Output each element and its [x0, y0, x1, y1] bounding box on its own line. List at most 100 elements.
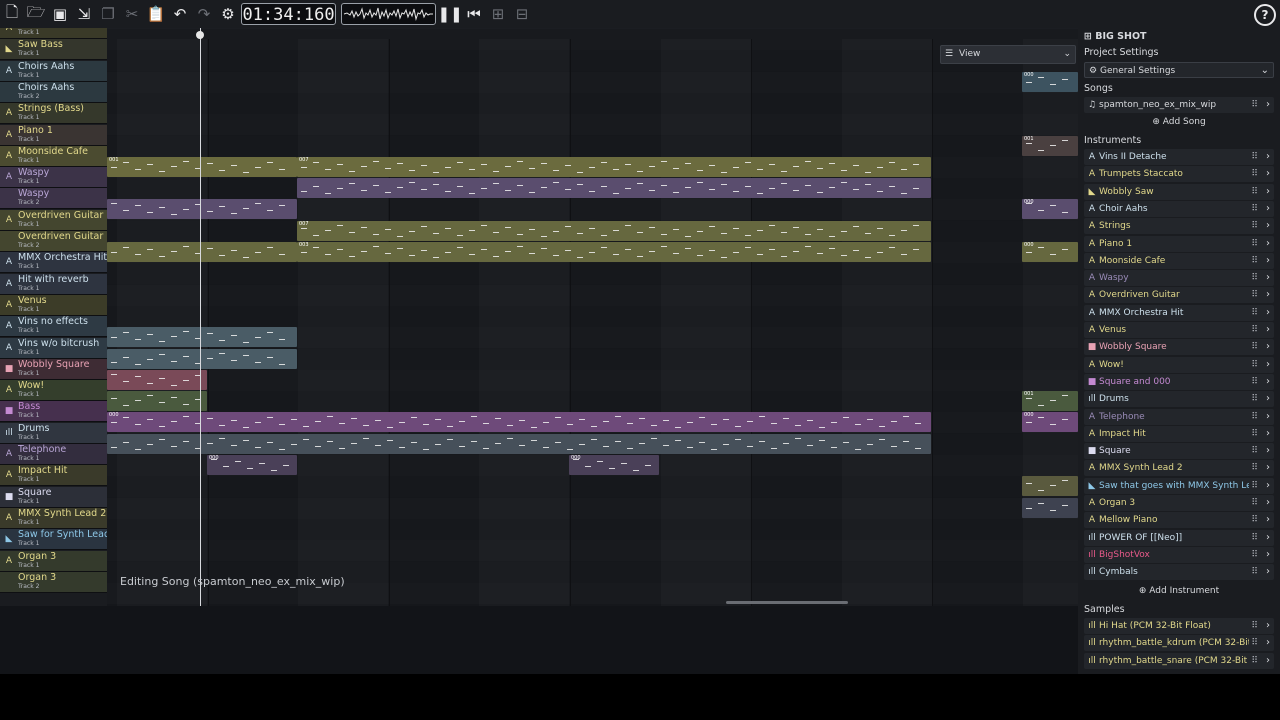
track-row[interactable]: A Wow! Track 1 — [0, 380, 107, 402]
drag-handle-icon[interactable]: ⠿ — [1251, 619, 1258, 633]
track-row[interactable]: ◣ Saw Bass Track 1 — [0, 39, 107, 61]
pattern-clip[interactable] — [107, 348, 297, 369]
chevron-right-icon[interactable]: › — [1266, 340, 1270, 354]
pattern-clip[interactable]: 000 — [1022, 412, 1078, 433]
track-row[interactable]: ■ Bass Track 1 — [0, 401, 107, 423]
pattern-clip[interactable] — [107, 242, 297, 262]
pattern-clip[interactable]: 000 — [569, 455, 659, 475]
track-row[interactable]: ıll Drums Track 1 — [0, 422, 107, 444]
drag-handle-icon[interactable]: ⠿ — [1251, 167, 1258, 181]
instrument-item[interactable]: ◣Saw that goes with MMX Synth Lead 2⠿ › — [1084, 477, 1274, 494]
drag-handle-icon[interactable]: ⠿ — [1251, 444, 1258, 458]
chevron-right-icon[interactable]: › — [1266, 548, 1270, 562]
drag-handle-icon[interactable]: ⠿ — [1251, 636, 1258, 650]
pattern-clip[interactable] — [107, 327, 297, 348]
chevron-right-icon[interactable]: › — [1266, 619, 1270, 633]
chevron-right-icon[interactable]: › — [1266, 513, 1270, 527]
chevron-right-icon[interactable]: › — [1266, 565, 1270, 579]
instrument-item[interactable]: A MMX Orchestra Hit ⠿ › — [1084, 304, 1274, 321]
track-row[interactable]: A Impact Hit Track 1 — [0, 465, 107, 487]
sample-item[interactable]: ıllrhythm_battle_kdrum (PCM 32-Bit Fl...… — [1084, 635, 1274, 652]
drag-handle-icon[interactable]: ⠿ — [1251, 565, 1258, 579]
drag-handle-icon[interactable]: ⠿ — [1251, 531, 1258, 545]
chevron-right-icon[interactable]: › — [1266, 375, 1270, 389]
chevron-right-icon[interactable]: › — [1266, 654, 1270, 668]
instrument-item[interactable]: A MMX Synth Lead 2 ⠿ › — [1084, 460, 1274, 477]
drag-handle-icon[interactable]: ⠿ — [1251, 375, 1258, 389]
pattern-clip[interactable]: 007 — [297, 156, 931, 177]
instrument-item[interactable]: A Overdriven Guitar ⠿ › — [1084, 287, 1274, 304]
paste-icon[interactable]: 📋 — [146, 4, 166, 24]
pattern-clip[interactable] — [1022, 497, 1078, 518]
track-row[interactable]: A Telephone Track 1 — [0, 444, 107, 465]
track-row[interactable]: A Overdriven Guitar Track 1 — [0, 209, 107, 231]
instrument-item[interactable]: A Venus ⠿ › — [1084, 322, 1274, 338]
chevron-right-icon[interactable]: › — [1266, 479, 1270, 493]
add-song-button[interactable]: ⊕ Add Song — [1084, 114, 1274, 130]
pattern-clip[interactable]: 001 — [1022, 391, 1078, 412]
pattern-clip[interactable]: 007 — [297, 220, 931, 241]
track-row[interactable]: A Choirs Aahs Track 1 — [0, 60, 107, 82]
chevron-right-icon[interactable]: › — [1266, 306, 1270, 320]
track-row[interactable]: A Vins w/o bitcrush Track 1 — [0, 337, 107, 359]
drag-handle-icon[interactable]: ⠿ — [1251, 654, 1258, 668]
drag-handle-icon[interactable]: ⠿ — [1251, 306, 1258, 320]
song-item[interactable]: ♫ spamton_neo_ex_mix_wip ⠿ › — [1084, 97, 1274, 113]
chevron-right-icon[interactable]: › — [1266, 461, 1270, 475]
skip-start-icon[interactable]: ⏮ — [464, 4, 484, 24]
drag-handle-icon[interactable]: ⠿ — [1251, 548, 1258, 562]
playhead-knob[interactable] — [196, 31, 204, 39]
track-row[interactable]: A Strings (Bass) Track 1 — [0, 103, 107, 125]
pattern-clip[interactable]: 001 — [107, 156, 297, 177]
horizontal-scrollbar[interactable] — [726, 601, 848, 604]
instrument-item[interactable]: A Mellow Piano ⠿ › — [1084, 512, 1274, 529]
undo-icon[interactable]: ↶ — [170, 4, 190, 24]
drag-handle-icon[interactable]: ⠿ — [1251, 358, 1258, 372]
instrument-item[interactable]: A Piano 1 ⠿ › — [1084, 235, 1274, 252]
instrument-item[interactable]: A Trumpets Staccato ⠿ › — [1084, 166, 1274, 183]
instrument-item[interactable]: ■ Wobbly Square ⠿ › — [1084, 339, 1274, 356]
sample-item[interactable]: ıllrhythm_battle_snare (PCM 32-Bit Flo..… — [1084, 652, 1274, 669]
chevron-right-icon[interactable]: › — [1266, 254, 1270, 268]
instrument-item[interactable]: A Wow! ⠿ › — [1084, 356, 1274, 373]
track-row[interactable]: A Piano 1 Track 1 — [0, 124, 107, 146]
chevron-right-icon[interactable]: › — [1266, 167, 1270, 181]
chevron-right-icon[interactable]: › — [1266, 636, 1270, 650]
pattern-clip[interactable]: 000 — [1022, 242, 1078, 262]
instrument-item[interactable]: A Moonside Cafe ⠿ › — [1084, 252, 1274, 269]
drag-handle-icon[interactable]: ⠿ — [1251, 185, 1258, 199]
save-icon[interactable]: ▣ — [50, 4, 70, 24]
sample-item[interactable]: ıll Hi Hat (PCM 32-Bit Float) ⠿ › — [1084, 618, 1274, 634]
instrument-item[interactable]: ◣ Wobbly Saw ⠿ › — [1084, 183, 1274, 200]
drag-handle-icon[interactable]: ⠿ — [1251, 202, 1258, 216]
timeline[interactable]: 5556575859606162636465 00000100100700000… — [107, 28, 1078, 606]
chevron-right-icon[interactable]: › — [1266, 219, 1270, 233]
chevron-right-icon[interactable]: › — [1266, 427, 1270, 441]
drag-handle-icon[interactable]: ⠿ — [1251, 427, 1258, 441]
instrument-item[interactable]: A Impact Hit ⠿ › — [1084, 425, 1274, 442]
copy-icon[interactable]: ❐ — [98, 4, 118, 24]
drag-handle-icon[interactable]: ⠿ — [1251, 323, 1258, 337]
drag-handle-icon[interactable]: ⠿ — [1251, 479, 1258, 493]
track-row[interactable]: A Vins no effects Track 1 — [0, 316, 107, 338]
pattern-clip[interactable] — [107, 369, 207, 390]
track-row[interactable]: Organ 3 Track 2 — [0, 571, 107, 593]
track-row[interactable]: Waspy Track 2 — [0, 188, 107, 210]
instrument-item[interactable]: A Telephone ⠿ › — [1084, 408, 1274, 425]
drag-handle-icon[interactable]: ⠿ — [1251, 392, 1258, 406]
chevron-right-icon[interactable]: › — [1266, 237, 1270, 251]
chevron-right-icon[interactable]: › — [1266, 531, 1270, 545]
general-settings-select[interactable]: ⚙ General Settings ⌄ — [1084, 62, 1274, 78]
track-row[interactable]: ◣ Saw for Synth Lead 2Track 1 — [0, 529, 107, 551]
pattern-clip[interactable] — [107, 433, 931, 454]
drag-handle-icon[interactable]: ⠿ — [1251, 513, 1258, 527]
chevron-right-icon[interactable]: › — [1266, 202, 1270, 216]
chevron-right-icon[interactable]: › — [1266, 496, 1270, 510]
pattern-clip[interactable]: 000 — [1022, 199, 1078, 220]
view-dropdown[interactable]: ☰ View ⌄ — [940, 45, 1076, 64]
instrument-item[interactable]: A Strings ⠿ › — [1084, 218, 1274, 235]
track-row[interactable]: ■ Wobbly Square Track 1 — [0, 358, 107, 380]
drag-handle-icon[interactable]: ⠿ — [1251, 98, 1258, 112]
instrument-item[interactable]: ıll BigShotVox ⠿ › — [1084, 546, 1274, 563]
track-row[interactable]: ■ Square Track 1 — [0, 486, 107, 508]
